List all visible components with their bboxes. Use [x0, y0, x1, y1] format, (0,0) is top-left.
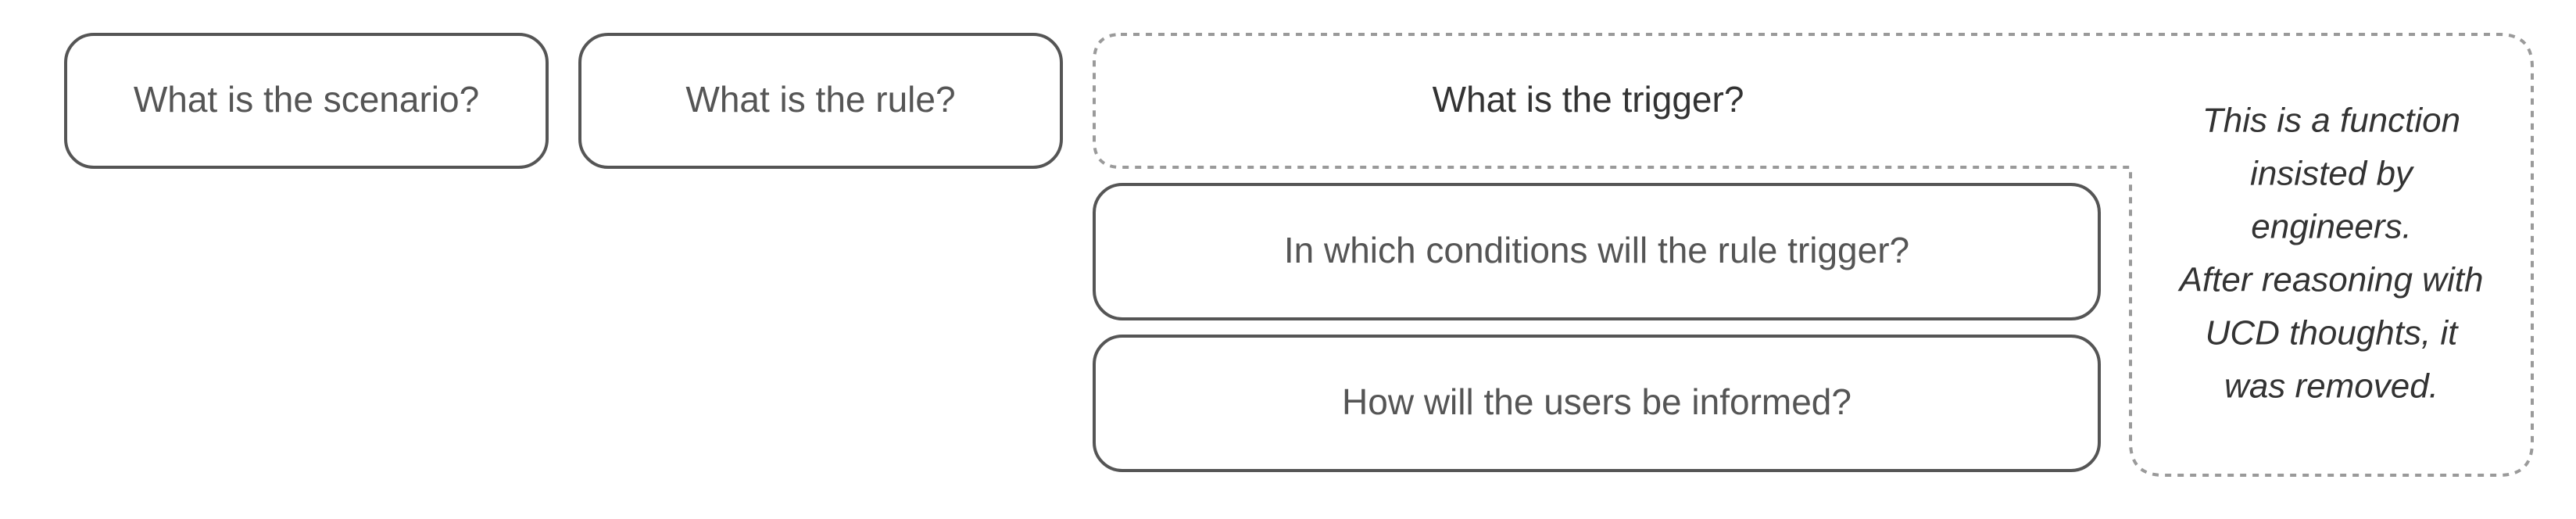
note-line: was removed.: [2224, 367, 2438, 406]
note-line: This is a function: [2202, 102, 2460, 140]
inform-box: How will the users be informed?: [1093, 335, 2101, 472]
trigger-label: What is the trigger?: [1433, 79, 1744, 120]
conditions-label: In which conditions will the rule trigge…: [1284, 230, 1909, 270]
rule-box: What is the rule?: [578, 33, 1063, 169]
note-line: After reasoning with: [2177, 261, 2484, 299]
note-line: insisted by: [2250, 155, 2415, 193]
note-line: UCD thoughts, it: [2206, 314, 2460, 353]
scenario-label: What is the scenario?: [134, 79, 479, 120]
note-line: engineers.: [2251, 208, 2411, 246]
conditions-box: In which conditions will the rule trigge…: [1093, 183, 2101, 320]
inform-label: How will the users be informed?: [1342, 381, 1852, 422]
flow-diagram: What is the scenario? What is the rule? …: [64, 33, 2534, 477]
rule-label: What is the rule?: [685, 79, 955, 120]
scenario-box: What is the scenario?: [64, 33, 549, 169]
removed-function-note: This is a function insisted by engineers…: [2177, 102, 2484, 406]
